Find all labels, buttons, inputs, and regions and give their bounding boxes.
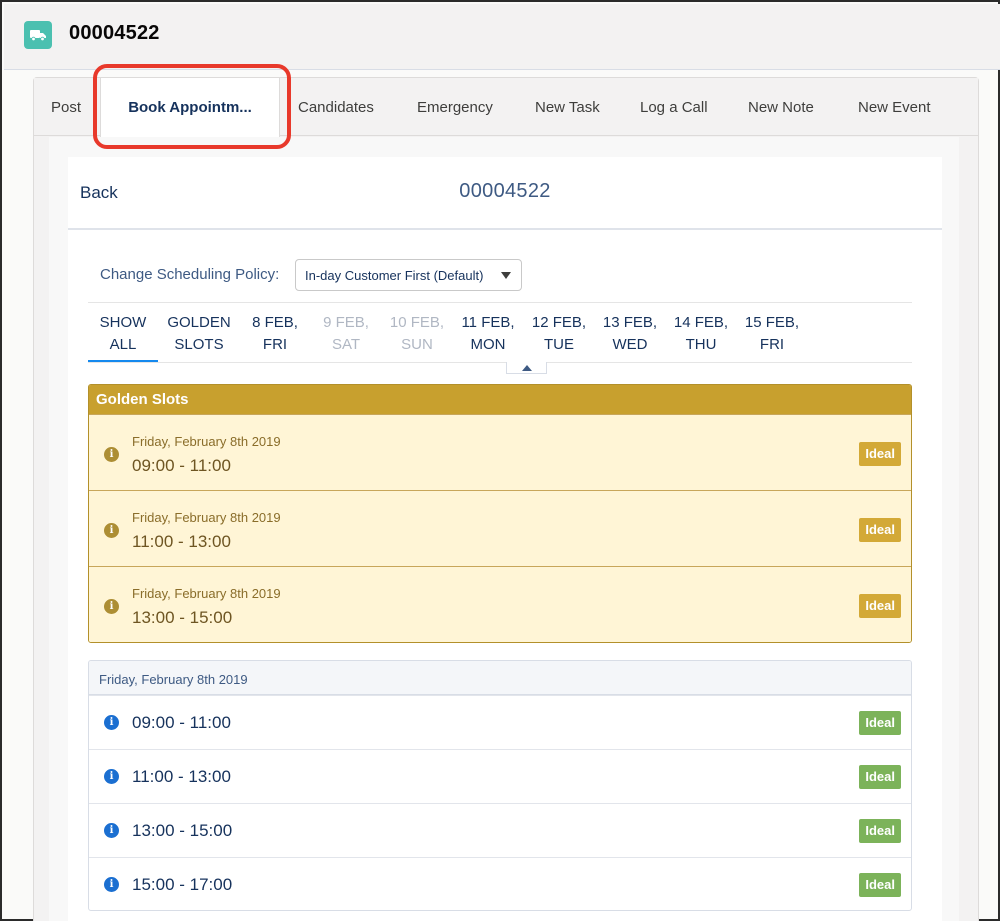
action-tabs: Post Book Appointm... Candidates Emergen… xyxy=(34,78,978,137)
slot-date: Friday, February 8th 2019 xyxy=(132,586,281,601)
time-slot-row[interactable]: i 11:00 - 13:00 Ideal xyxy=(89,749,911,803)
golden-slots-section: Golden Slots i Friday, February 8th 2019… xyxy=(88,384,912,643)
ideal-badge: Ideal xyxy=(859,442,901,466)
date-tab-14-feb[interactable]: 14 FEB, THU xyxy=(666,312,736,356)
slot-time: 13:00 - 15:00 xyxy=(132,608,233,627)
ideal-badge: Ideal xyxy=(859,594,901,618)
tab-post[interactable]: Post xyxy=(51,78,81,136)
time-slot-row[interactable]: i 13:00 - 15:00 Ideal xyxy=(89,803,911,857)
date-tab-13-feb[interactable]: 13 FEB, WED xyxy=(595,312,665,356)
ideal-badge: Ideal xyxy=(859,819,901,843)
date-tab-show-all[interactable]: SHOW ALL xyxy=(88,303,158,362)
date-filter-tabs: SHOW ALL GOLDEN SLOTS 8 FEB, FRI 9 FEB, … xyxy=(88,302,912,363)
panel-title: 00004522 xyxy=(459,180,551,202)
info-icon[interactable]: i xyxy=(104,447,119,462)
day-slots-section: Friday, February 8th 2019 i 09:00 - 11:0… xyxy=(88,660,912,911)
date-tab-9-feb: 9 FEB, SAT xyxy=(323,314,369,353)
golden-slot-row[interactable]: i Friday, February 8th 2019 09:00 - 11:0… xyxy=(89,414,911,490)
tab-book-appointment[interactable]: Book Appointm... xyxy=(100,78,280,137)
date-tab-11-feb[interactable]: 11 FEB, MON xyxy=(453,312,523,356)
ideal-badge: Ideal xyxy=(859,765,901,789)
date-tab-12-feb[interactable]: 12 FEB, TUE xyxy=(524,312,594,356)
tab-new-note[interactable]: New Note xyxy=(748,78,814,136)
ideal-badge: Ideal xyxy=(859,518,901,542)
record-header: 00004522 xyxy=(4,4,1000,70)
time-slot-row[interactable]: i 15:00 - 17:00 Ideal xyxy=(89,857,911,910)
truck-icon xyxy=(24,21,52,49)
tab-emergency[interactable]: Emergency xyxy=(417,78,493,136)
book-appointment-panel: Back 00004522 Change Scheduling Policy: … xyxy=(68,157,942,921)
record-title: 00004522 xyxy=(69,22,160,44)
tab-new-event[interactable]: New Event xyxy=(858,78,931,136)
slot-time: 11:00 - 13:00 xyxy=(132,767,231,786)
ideal-badge: Ideal xyxy=(859,711,901,735)
info-icon[interactable]: i xyxy=(104,877,119,892)
date-tab-golden-slots[interactable]: GOLDEN SLOTS xyxy=(164,312,234,356)
date-tab-10-feb: 10 FEB, SUN xyxy=(389,314,445,353)
scheduling-policy-select[interactable]: In-day Customer First (Default) xyxy=(295,259,522,291)
caret-up-icon xyxy=(521,364,532,371)
tab-candidates[interactable]: Candidates xyxy=(298,78,374,136)
tab-new-task[interactable]: New Task xyxy=(535,78,600,136)
slot-time: 13:00 - 15:00 xyxy=(132,821,233,840)
policy-selected-value: In-day Customer First (Default) xyxy=(305,268,484,283)
date-tab-15-feb[interactable]: 15 FEB, FRI xyxy=(737,312,807,356)
app-window: 00004522 Post Book Appointm... Candidate… xyxy=(0,0,1000,921)
slot-date: Friday, February 8th 2019 xyxy=(132,510,281,525)
info-icon[interactable]: i xyxy=(104,523,119,538)
tab-log-a-call[interactable]: Log a Call xyxy=(640,78,708,136)
info-icon[interactable]: i xyxy=(104,599,119,614)
date-tab-8-feb[interactable]: 8 FEB, FRI xyxy=(240,312,310,356)
golden-slot-row[interactable]: i Friday, February 8th 2019 11:00 - 13:0… xyxy=(89,490,911,566)
info-icon[interactable]: i xyxy=(104,823,119,838)
info-icon[interactable]: i xyxy=(104,715,119,730)
golden-slot-row[interactable]: i Friday, February 8th 2019 13:00 - 15:0… xyxy=(89,566,911,642)
day-group-heading: Friday, February 8th 2019 xyxy=(89,661,911,695)
slot-date: Friday, February 8th 2019 xyxy=(132,434,281,449)
slot-time: 09:00 - 11:00 xyxy=(132,456,231,475)
collapse-toggle[interactable] xyxy=(506,362,547,374)
slot-time: 09:00 - 11:00 xyxy=(132,713,231,732)
policy-label: Change Scheduling Policy: xyxy=(100,266,280,283)
time-slot-row[interactable]: i 09:00 - 11:00 Ideal xyxy=(89,695,911,749)
golden-slots-heading: Golden Slots xyxy=(89,385,911,414)
info-icon[interactable]: i xyxy=(104,769,119,784)
panel-header: Back 00004522 xyxy=(68,157,942,230)
ideal-badge: Ideal xyxy=(859,873,901,897)
caret-down-icon xyxy=(501,272,511,279)
slot-time: 11:00 - 13:00 xyxy=(132,532,231,551)
slot-time: 15:00 - 17:00 xyxy=(132,875,233,894)
